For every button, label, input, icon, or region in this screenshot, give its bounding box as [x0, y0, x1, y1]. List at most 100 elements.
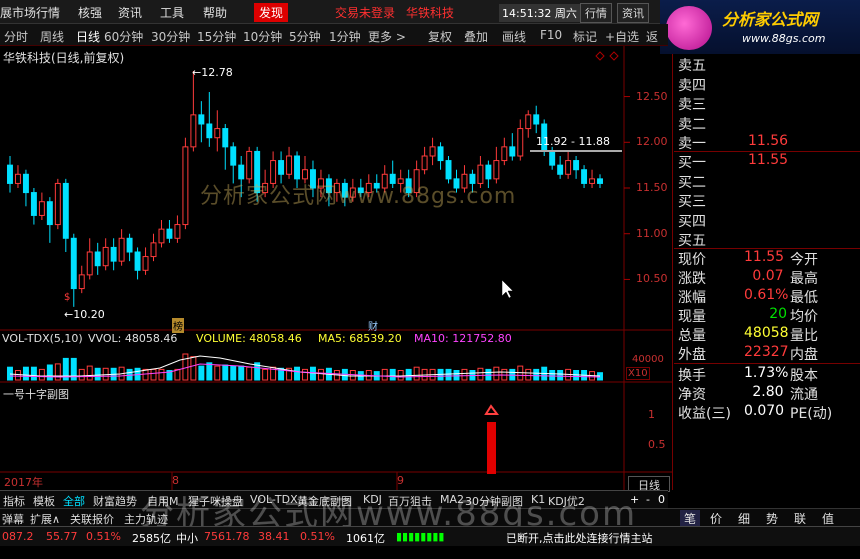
overlay-button[interactable]: 叠加	[464, 28, 488, 45]
bid-price[interactable]: 11.55	[748, 152, 788, 168]
fund-label: 净资	[678, 387, 706, 403]
tab-barrage[interactable]: 弹幕	[2, 511, 24, 527]
kline-chart[interactable]	[0, 46, 672, 490]
index1-value[interactable]: 087.2	[2, 530, 34, 543]
candle-body	[238, 164, 245, 180]
candle-body	[246, 150, 253, 180]
candle-body	[182, 146, 189, 226]
right-tabs: 笔 价 细 势 联 值	[672, 508, 860, 527]
volume-bar	[190, 356, 197, 381]
volume-bar	[230, 365, 237, 381]
restore-rights-button[interactable]: 复权	[428, 28, 452, 45]
tab-indicator[interactable]: 指标	[3, 493, 25, 509]
volume-bar	[533, 368, 540, 381]
period-minute[interactable]: 分时	[4, 28, 28, 45]
tab-remove-icon[interactable]: -	[646, 493, 650, 506]
back-button[interactable]: 返	[646, 28, 658, 45]
mark-button[interactable]: 标记	[573, 28, 597, 45]
tab-wealth-trend[interactable]: 财富趋势	[93, 493, 137, 509]
rtab-price[interactable]: 价	[710, 510, 722, 527]
login-status[interactable]: 交易未登录	[335, 4, 395, 21]
vol-indicator-name[interactable]: VOL-TDX(5,10)	[2, 332, 83, 345]
tab-all[interactable]: 全部	[63, 493, 85, 509]
candle-body	[214, 128, 221, 139]
menu-strong[interactable]: 核强	[78, 4, 102, 21]
tab-zero-icon[interactable]: 0	[658, 493, 665, 506]
ask-price[interactable]: 11.56	[748, 133, 788, 149]
clock: 14:51:32 周六	[499, 4, 580, 22]
ask-label: 卖四	[678, 77, 706, 94]
volume-bar	[397, 370, 404, 381]
period-30m[interactable]: 30分钟	[151, 28, 190, 45]
quote-label-2: 内盘	[790, 347, 818, 363]
event-marker-finance[interactable]: 财	[368, 318, 378, 333]
candle-body	[198, 114, 205, 125]
tab-expand[interactable]: 扩展∧	[30, 511, 60, 527]
period-10m[interactable]: 10分钟	[243, 28, 282, 45]
news-button[interactable]: 资讯	[617, 3, 649, 23]
draw-line-button[interactable]: 画线	[502, 28, 526, 45]
volume-bar	[294, 366, 300, 381]
ask-label: 卖二	[678, 116, 706, 133]
quote-label-2: 最高	[790, 271, 818, 287]
menu-stock-name: 华铁科技	[406, 6, 455, 20]
period-15m[interactable]: 15分钟	[197, 28, 236, 45]
event-marker-rank[interactable]: 榜	[172, 318, 184, 333]
candle-body	[190, 114, 197, 148]
quote-label: 涨跌	[678, 271, 706, 287]
logo-title: 分析家公式网	[722, 10, 819, 29]
period-1m[interactable]: 1分钟	[329, 28, 361, 45]
period-60m[interactable]: 60分钟	[104, 28, 143, 45]
quote-label-2: 今开	[790, 252, 818, 268]
candle-body	[230, 146, 237, 166]
rtab-link[interactable]: 联	[794, 510, 806, 527]
menu-discover[interactable]: 发现	[254, 3, 289, 22]
vol-axis-label: 40000	[632, 354, 664, 365]
volume-bar	[246, 366, 253, 381]
quote-button[interactable]: 行情	[580, 3, 612, 23]
rtab-trend[interactable]: 势	[766, 510, 778, 527]
diamond-icon[interactable]	[595, 51, 605, 61]
quote-value: 22327	[744, 344, 789, 360]
f10-button[interactable]: F10	[540, 28, 562, 42]
candle-body	[46, 201, 53, 226]
quote-value: 0.07	[752, 268, 784, 284]
fund-label: 换手	[678, 368, 706, 384]
period-more[interactable]: 更多 >	[368, 28, 406, 45]
index2-value: 7561.78	[204, 530, 250, 543]
menu-tools[interactable]: 工具	[160, 4, 184, 21]
volume-bar	[477, 367, 484, 381]
price-ticks	[624, 96, 630, 280]
tab-related-quote[interactable]: 关联报价	[70, 511, 114, 527]
candle-body	[549, 150, 556, 166]
volume-bar	[509, 368, 516, 381]
event-marker-dollar[interactable]: $	[64, 292, 70, 303]
period-week[interactable]: 周线	[40, 28, 64, 45]
volume-bar	[381, 368, 388, 381]
volume-bar	[78, 368, 85, 381]
rtab-trades[interactable]: 笔	[680, 510, 701, 527]
rtab-value[interactable]: 值	[822, 510, 834, 527]
index2-label[interactable]: 中小	[176, 530, 198, 546]
volume-header: VOL-TDX(5,10) VVOL: 48058.46 VOLUME: 480…	[0, 332, 620, 348]
menu-news[interactable]: 资讯	[118, 4, 142, 21]
diamond-icon-2[interactable]	[609, 51, 619, 61]
low-label: 10.20	[73, 308, 105, 321]
menu-market[interactable]: 展市场行情	[0, 4, 60, 21]
price-tick-label: 11.00	[636, 226, 668, 240]
signal-bar	[487, 422, 496, 474]
quote-label: 总量	[678, 328, 706, 344]
volume-bar	[30, 366, 37, 381]
rtab-detail[interactable]: 细	[738, 510, 750, 527]
tab-template[interactable]: 模板	[33, 493, 55, 509]
add-favorite-button[interactable]: +自选	[605, 28, 639, 45]
period-day[interactable]: 日线	[76, 28, 100, 45]
subchart-title[interactable]: 一号十字副图	[3, 386, 69, 402]
connection-message[interactable]: 已断开,点击此处连接行情主站	[506, 530, 653, 546]
period-5m[interactable]: 5分钟	[289, 28, 321, 45]
bid-label: 买一	[678, 155, 706, 171]
menu-help[interactable]: 帮助	[203, 4, 227, 21]
candle-body	[134, 251, 141, 271]
candle-body	[62, 182, 69, 239]
index2-amount: 1061亿	[346, 532, 385, 545]
